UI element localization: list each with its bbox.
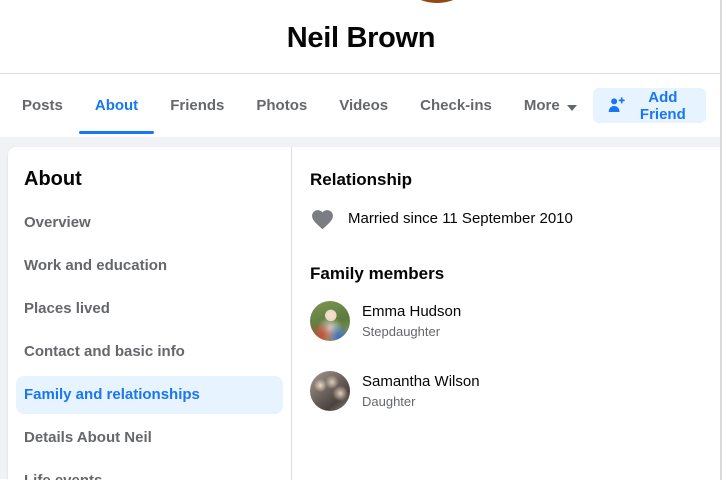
relationship-status-text: Married since 11 September 2010 xyxy=(348,210,573,227)
family-member-name[interactable]: Emma Hudson xyxy=(362,302,461,321)
tab-check-ins[interactable]: Check-ins xyxy=(404,74,508,137)
family-member-info: Samantha Wilson Daughter xyxy=(362,372,480,410)
tab-about-label: About xyxy=(95,74,138,137)
family-member-info: Emma Hudson Stepdaughter xyxy=(362,302,461,340)
profile-tab-bar: Posts About Friends Photos Videos Check-… xyxy=(0,74,722,137)
sidebar-item-overview[interactable]: Overview xyxy=(16,204,283,242)
tab-videos[interactable]: Videos xyxy=(323,74,404,137)
sidebar-item-life-events[interactable]: Life events xyxy=(16,462,283,480)
sidebar-item-work-education[interactable]: Work and education xyxy=(16,247,283,285)
tab-posts[interactable]: Posts xyxy=(6,74,79,137)
avatar[interactable] xyxy=(310,371,350,411)
tab-videos-label: Videos xyxy=(339,74,388,137)
family-member-row[interactable]: Emma Hudson Stepdaughter xyxy=(310,301,722,341)
about-sidebar-heading: About xyxy=(16,167,283,191)
person-add-icon xyxy=(607,96,626,115)
add-friend-button[interactable]: Add Friend xyxy=(593,88,706,123)
relationship-status-row: Married since 11 September 2010 xyxy=(310,207,722,230)
main-area: About Overview Work and education Places… xyxy=(0,137,722,479)
heart-icon xyxy=(310,207,335,230)
tab-more-label: More xyxy=(524,74,560,137)
page-title: Neil Brown xyxy=(0,0,722,55)
tab-photos-label: Photos xyxy=(256,74,307,137)
family-member-relation: Daughter xyxy=(362,394,480,410)
family-relationships-panel: Relationship Married since 11 September … xyxy=(292,147,722,480)
tab-check-ins-label: Check-ins xyxy=(420,74,492,137)
family-members-heading: Family members xyxy=(310,263,722,284)
relationship-heading: Relationship xyxy=(310,169,722,190)
add-friend-label: Add Friend xyxy=(634,89,692,123)
family-members-list: Emma Hudson Stepdaughter Samantha Wilson… xyxy=(310,301,722,411)
family-member-relation: Stepdaughter xyxy=(362,324,461,340)
tab-posts-label: Posts xyxy=(22,74,63,137)
tab-photos[interactable]: Photos xyxy=(240,74,323,137)
about-card: About Overview Work and education Places… xyxy=(8,147,722,480)
caret-down-icon xyxy=(567,75,577,138)
sidebar-item-contact-basic-info[interactable]: Contact and basic info xyxy=(16,333,283,371)
tab-friends-label: Friends xyxy=(170,74,224,137)
sidebar-item-details-about[interactable]: Details About Neil xyxy=(16,419,283,457)
sidebar-item-places-lived[interactable]: Places lived xyxy=(16,290,283,328)
profile-header: Neil Brown xyxy=(0,0,722,74)
about-sidebar: About Overview Work and education Places… xyxy=(8,147,292,480)
sidebar-item-family-relationships[interactable]: Family and relationships xyxy=(16,376,283,414)
profile-page: Neil Brown Posts About Friends Photos Vi… xyxy=(0,0,722,480)
family-member-row[interactable]: Samantha Wilson Daughter xyxy=(310,371,722,411)
tab-more[interactable]: More xyxy=(508,74,593,137)
avatar[interactable] xyxy=(310,301,350,341)
tab-friends[interactable]: Friends xyxy=(154,74,240,137)
tab-about[interactable]: About xyxy=(79,74,154,137)
family-member-name[interactable]: Samantha Wilson xyxy=(362,372,480,391)
